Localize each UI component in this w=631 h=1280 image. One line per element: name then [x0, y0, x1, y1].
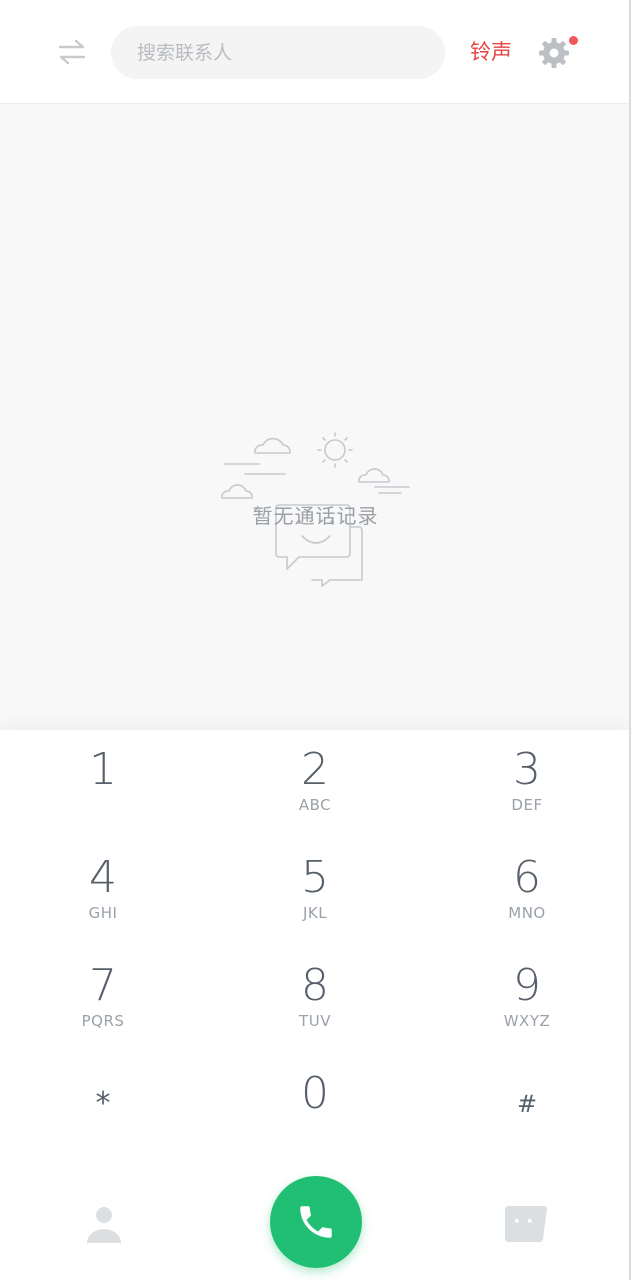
dial-key-hash[interactable]: #: [457, 1054, 597, 1150]
dial-key-letters: DEF: [511, 796, 543, 814]
dial-key-letters: MNO: [508, 904, 546, 922]
message-icon[interactable]: [500, 1202, 548, 1246]
dial-key-7[interactable]: 7 PQRS: [33, 946, 173, 1042]
dialpad: 1 2 ABC 3 DEF 4 GHI 5 JKL 6 MNO 7 PQRS 8…: [0, 730, 631, 1170]
dial-key-letters: GHI: [88, 904, 118, 922]
notification-dot: [569, 36, 578, 45]
dial-key-digit: 8: [301, 960, 329, 1011]
person-icon[interactable]: [82, 1202, 126, 1246]
dial-key-2[interactable]: 2 ABC: [245, 730, 385, 826]
search-input[interactable]: [137, 41, 417, 64]
dial-key-0[interactable]: 0: [245, 1054, 385, 1150]
search-bar[interactable]: [111, 26, 445, 79]
call-history-area: 暂无通话记录: [0, 104, 631, 730]
dial-key-letters: PQRS: [81, 1012, 125, 1030]
dial-key-digit: 3: [513, 744, 541, 795]
dial-key-5[interactable]: 5 JKL: [245, 838, 385, 934]
dial-key-3[interactable]: 3 DEF: [457, 730, 597, 826]
dial-key-digit: #: [516, 1090, 538, 1118]
dial-key-4[interactable]: 4 GHI: [33, 838, 173, 934]
ringtone-button[interactable]: 铃声: [470, 34, 512, 70]
gear-icon[interactable]: [537, 36, 571, 70]
dial-key-letters: ABC: [298, 796, 332, 814]
dial-key-digit: 4: [89, 852, 117, 903]
dial-key-star[interactable]: *: [33, 1054, 173, 1150]
bottom-action-bar: [0, 1170, 631, 1280]
dial-key-letters: TUV: [299, 1012, 331, 1030]
dial-key-8[interactable]: 8 TUV: [245, 946, 385, 1042]
empty-history-text: 暂无通话记录: [252, 504, 379, 528]
dial-key-digit: 9: [513, 960, 541, 1011]
swap-arrows-icon[interactable]: [56, 36, 88, 68]
dial-key-digit: 1: [89, 744, 117, 795]
dial-key-digit: 2: [301, 744, 329, 795]
call-button[interactable]: [270, 1176, 362, 1268]
dial-key-digit: 0: [301, 1068, 329, 1119]
dial-key-digit: 6: [513, 852, 541, 903]
dial-key-6[interactable]: 6 MNO: [457, 838, 597, 934]
dial-key-digit: 7: [89, 960, 117, 1011]
dial-key-digit: *: [95, 1086, 111, 1121]
empty-history-illustration-icon: [221, 432, 410, 587]
dial-key-1[interactable]: 1: [33, 730, 173, 826]
dial-key-digit: 5: [301, 852, 329, 903]
dial-key-letters: WXYZ: [503, 1012, 551, 1030]
dial-key-letters: JKL: [302, 904, 328, 922]
dial-key-9[interactable]: 9 WXYZ: [457, 946, 597, 1042]
top-bar: 铃声: [0, 0, 631, 104]
phone-icon: [300, 1206, 332, 1238]
